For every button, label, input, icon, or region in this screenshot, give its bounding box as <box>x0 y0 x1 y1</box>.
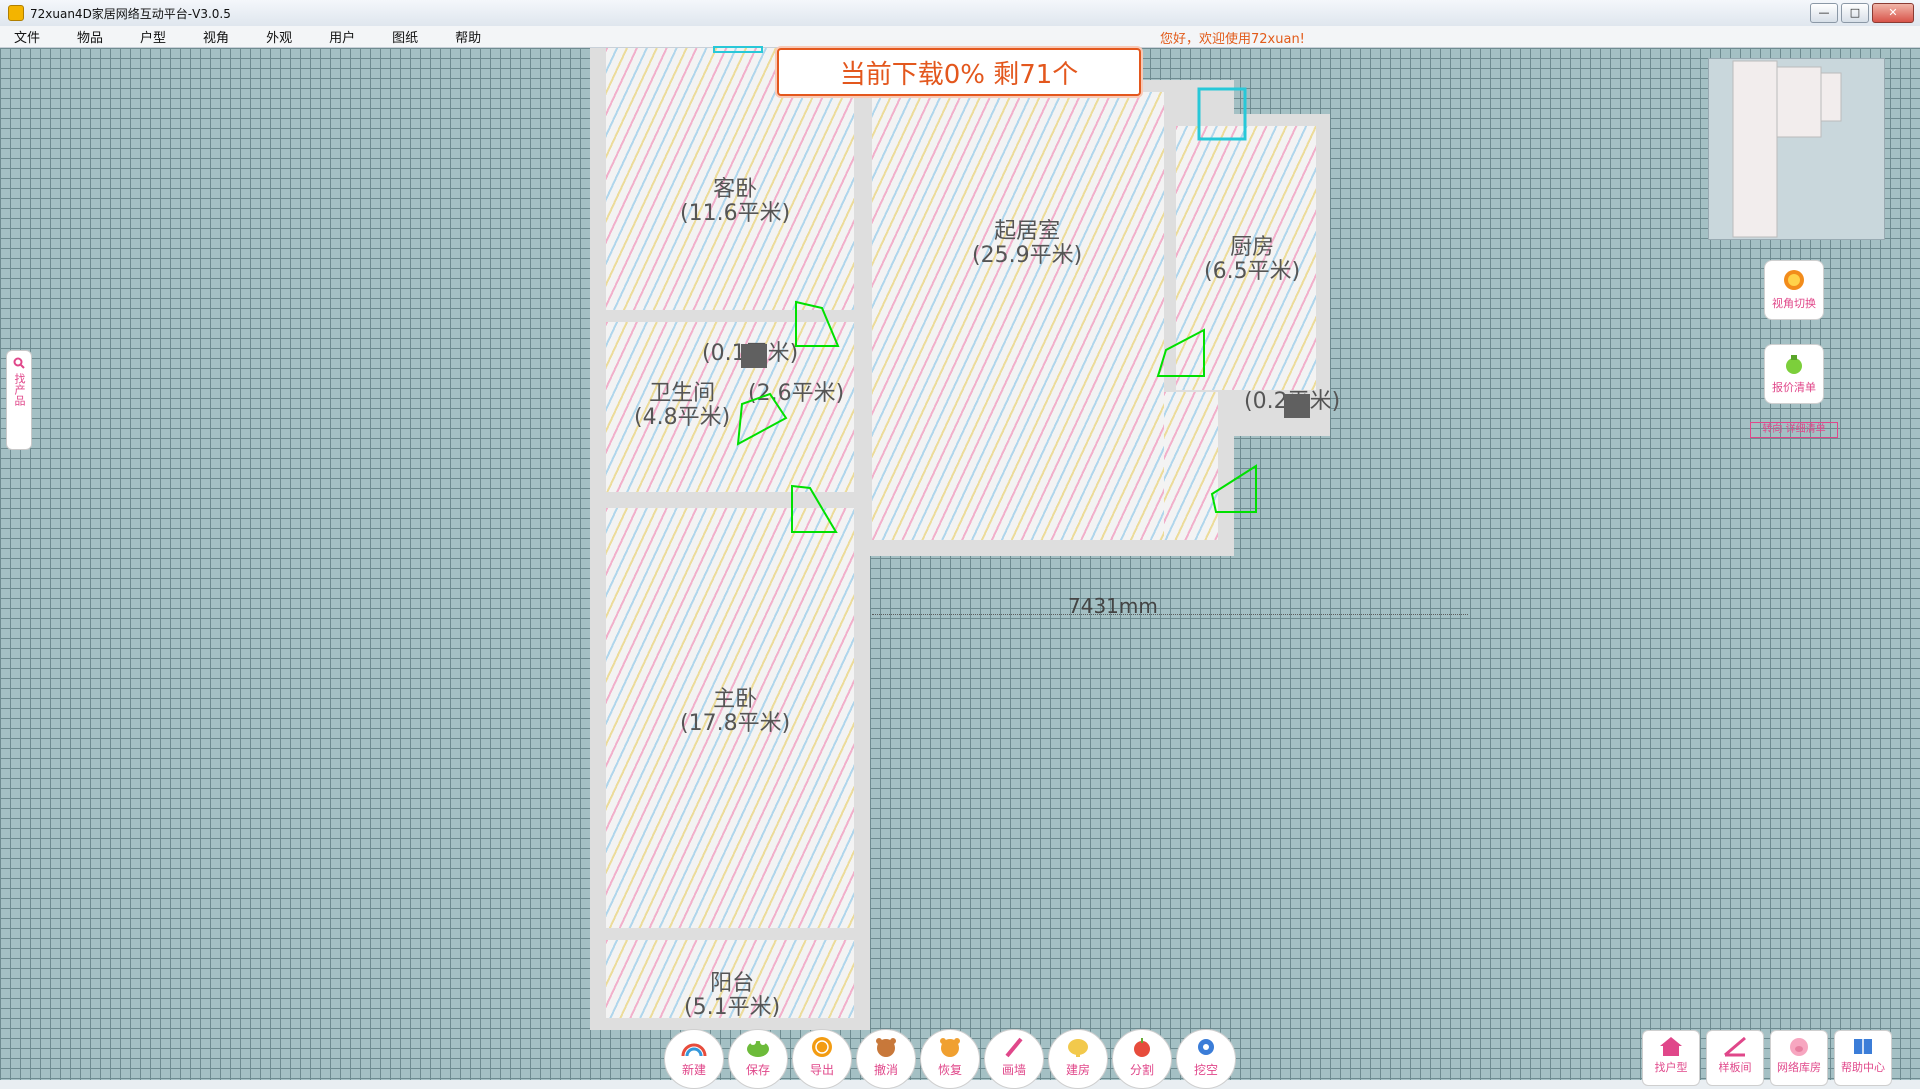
door-icon[interactable] <box>1156 328 1208 380</box>
pen-ruler-icon <box>1724 1036 1746 1057</box>
undo-button[interactable]: 撤消 <box>856 1029 916 1089</box>
window-marker-icon[interactable] <box>1196 86 1248 142</box>
find-floorplan-label: 找户型 <box>1654 1061 1688 1074</box>
export-button[interactable]: 导出 <box>792 1029 852 1089</box>
door-icon[interactable] <box>788 482 840 536</box>
room-label-master-bedroom: 主卧 (17.8平米) <box>680 688 790 736</box>
quote-list-button[interactable]: 报价清单 <box>1764 344 1824 404</box>
room-name: 卫生间 <box>649 381 716 406</box>
new-button[interactable]: 新建 <box>664 1029 724 1089</box>
menu-file[interactable]: 文件 <box>14 27 40 46</box>
split-label: 分割 <box>1129 1063 1154 1077</box>
window-title: 72xuan4D家居网络互动平台-V3.0.5 <box>30 6 231 21</box>
detail-list-link[interactable]: 转向 详细清单 <box>1750 422 1838 438</box>
minimize-button[interactable]: — <box>1810 3 1838 23</box>
online-warehouse-label: 网络库房 <box>1777 1061 1821 1074</box>
grey-marker[interactable] <box>741 344 767 368</box>
room-area: (5.1平米) <box>684 995 781 1020</box>
room-area: (4.8平米) <box>634 405 731 430</box>
menu-view[interactable]: 视角 <box>203 27 229 46</box>
door-icon[interactable] <box>792 298 842 350</box>
window-controls: — □ ✕ <box>1810 3 1914 23</box>
room-name: 起居室 <box>994 219 1061 244</box>
room-label-living: 起居室 (25.9平米) <box>972 220 1082 268</box>
tiger-icon <box>940 1038 960 1057</box>
download-status-banner: 当前下载0% 剩71个 <box>777 48 1141 96</box>
find-floorplan-button[interactable]: 找户型 <box>1642 1030 1700 1086</box>
app-icon <box>8 5 24 21</box>
room-name: 客卧 <box>713 177 758 202</box>
build-room-button[interactable]: 建房 <box>1048 1029 1108 1089</box>
grey-marker[interactable] <box>1284 394 1310 418</box>
menu-drawings[interactable]: 图纸 <box>392 27 418 46</box>
redo-label: 恢复 <box>937 1063 962 1077</box>
apple-icon <box>1134 1038 1150 1057</box>
dimension-line <box>872 614 1468 615</box>
draw-wall-button[interactable]: 画墙 <box>984 1029 1044 1089</box>
undo-label: 撤消 <box>873 1063 898 1077</box>
new-label: 新建 <box>681 1063 706 1077</box>
door-icon[interactable] <box>736 392 792 446</box>
room-living[interactable] <box>872 92 1164 540</box>
lion-icon <box>1784 270 1804 290</box>
menu-objects[interactable]: 物品 <box>77 27 103 46</box>
menu-floorplan[interactable]: 户型 <box>140 27 166 46</box>
help-center-label: 帮助中心 <box>1841 1061 1885 1074</box>
hollow-out-button[interactable]: 挖空 <box>1176 1029 1236 1089</box>
save-label: 保存 <box>745 1063 770 1077</box>
showroom-button[interactable]: 样板间 <box>1706 1030 1764 1086</box>
pig-icon <box>1790 1038 1808 1056</box>
view-switch-label: 视角切换 <box>1772 297 1816 310</box>
room-name: 厨房 <box>1230 235 1275 260</box>
rainbow-icon <box>681 1043 707 1057</box>
room-name: 阳台 <box>710 971 755 996</box>
hollow-out-label: 挖空 <box>1193 1063 1218 1077</box>
help-center-button[interactable]: 帮助中心 <box>1834 1030 1892 1086</box>
door-icon[interactable] <box>1210 464 1260 516</box>
redo-button[interactable]: 恢复 <box>920 1029 980 1089</box>
book-icon <box>1854 1039 1872 1054</box>
orange-icon <box>812 1037 832 1057</box>
frog-icon <box>747 1039 769 1057</box>
build-room-label: 建房 <box>1065 1063 1090 1077</box>
house-icon <box>1660 1037 1682 1056</box>
elephant-icon <box>1068 1039 1088 1057</box>
menu-user[interactable]: 用户 <box>329 27 355 46</box>
close-button[interactable]: ✕ <box>1872 3 1914 23</box>
dimension-label: 7431mm <box>1068 594 1158 618</box>
export-label: 导出 <box>809 1063 834 1077</box>
save-button[interactable]: 保存 <box>728 1029 788 1089</box>
room-label-kitchen: 厨房 (6.5平米) <box>1204 236 1300 284</box>
quote-list-label: 报价清单 <box>1772 381 1816 394</box>
room-label-balcony: 阳台 (5.1平米) <box>684 972 780 1020</box>
welcome-text: 您好，欢迎使用72xuan! <box>1160 32 1305 47</box>
find-product-tab[interactable]: 找产品 <box>6 350 32 450</box>
draw-wall-label: 画墙 <box>1001 1063 1026 1077</box>
room-area: (11.6平米) <box>680 201 791 226</box>
bear-icon <box>876 1038 896 1057</box>
title-bar: 72xuan4D家居网络互动平台-V3.0.5 — □ ✕ <box>0 0 1920 27</box>
minimap-floorplan <box>1732 60 1842 238</box>
find-product-label: 找产品 <box>13 373 26 406</box>
search-icon <box>13 357 25 369</box>
room-label-bathroom: 卫生间 (4.8平米) <box>634 382 730 430</box>
money-bag-icon <box>1786 355 1802 374</box>
menu-help[interactable]: 帮助 <box>455 27 481 46</box>
room-area: (17.8平米) <box>680 711 791 736</box>
room-area: (25.9平米) <box>972 243 1083 268</box>
menu-bar: 文件 物品 户型 视角 外观 用户 图纸 帮助 您好，欢迎使用72xuan! <box>0 26 1920 48</box>
online-warehouse-button[interactable]: 网络库房 <box>1770 1030 1828 1086</box>
room-area: (6.5平米) <box>1204 259 1301 284</box>
room-label-guest-bedroom: 客卧 (11.6平米) <box>680 178 790 226</box>
pencil-icon <box>1005 1037 1023 1058</box>
maximize-button[interactable]: □ <box>1841 3 1869 23</box>
gear-icon <box>1198 1039 1214 1055</box>
window-marker-icon[interactable] <box>712 46 764 54</box>
showroom-label: 样板间 <box>1718 1061 1752 1074</box>
minimap[interactable] <box>1708 58 1885 240</box>
menu-appearance[interactable]: 外观 <box>266 27 292 46</box>
room-name: 主卧 <box>713 687 758 712</box>
split-button[interactable]: 分割 <box>1112 1029 1172 1089</box>
view-switch-button[interactable]: 视角切换 <box>1764 260 1824 320</box>
